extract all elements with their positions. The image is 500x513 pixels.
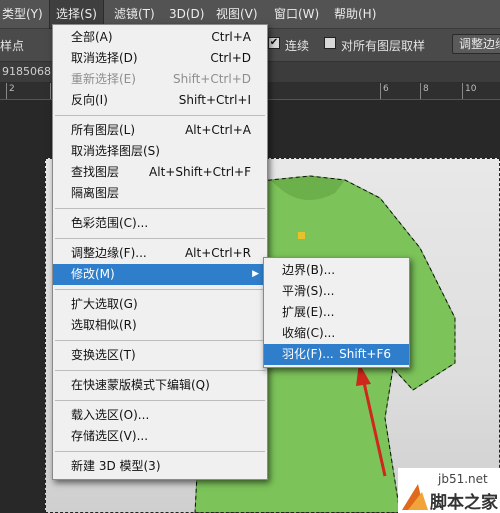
menu-separator — [55, 238, 265, 239]
menu-item-find-layers[interactable]: 查找图层 Alt+Shift+Ctrl+F — [53, 162, 267, 183]
menu-separator — [55, 115, 265, 116]
menu-item-label: 边界(B)... — [282, 263, 336, 277]
menu-item-shortcut: Shift+Ctrl+D — [173, 72, 251, 86]
menu-item-label: 取消选择(D) — [71, 51, 138, 65]
menu-item-label: 在快速蒙版模式下编辑(Q) — [71, 378, 210, 392]
menu-item-similar[interactable]: 选取相似(R) — [53, 315, 267, 336]
ruler-tick — [6, 83, 7, 99]
menu-item-label: 羽化(F)... — [282, 347, 334, 361]
menu-help[interactable]: 帮助(H) — [328, 0, 382, 28]
menu-item-shortcut: Ctrl+D — [210, 51, 251, 65]
watermark: jb51.net 脚本之家 — [398, 468, 500, 513]
menu-separator — [55, 400, 265, 401]
menu-item-select-all[interactable]: 全部(A) Ctrl+A — [53, 27, 267, 48]
submenu-item-feather[interactable]: 羽化(F)... Shift+F6 — [264, 344, 409, 365]
menu-item-inverse[interactable]: 反向(I) Shift+Ctrl+I — [53, 90, 267, 111]
menu-item-grow[interactable]: 扩大选取(G) — [53, 294, 267, 315]
menu-item-label: 所有图层(L) — [71, 123, 136, 137]
ruler-label: 10 — [465, 84, 477, 94]
menu-item-label: 扩大选取(G) — [71, 297, 138, 311]
menu-item-label: 反向(I) — [71, 93, 108, 107]
ruler-label: 6 — [383, 84, 389, 94]
sample-all-layers-checkbox[interactable] — [324, 37, 336, 49]
menu-item-color-range[interactable]: 色彩范围(C)... — [53, 213, 267, 234]
contiguous-checkbox[interactable]: ✔ — [268, 37, 280, 49]
menu-type[interactable]: 类型(Y) — [0, 0, 49, 28]
menu-separator — [55, 289, 265, 290]
menu-item-deselect[interactable]: 取消选择(D) Ctrl+D — [53, 48, 267, 69]
menu-item-label: 平滑(S)... — [282, 284, 335, 298]
menu-item-save-selection[interactable]: 存储选区(V)... — [53, 426, 267, 447]
menu-item-label: 收缩(C)... — [282, 326, 336, 340]
menu-item-shortcut: Alt+Shift+Ctrl+F — [149, 165, 251, 179]
menu-item-label: 隔离图层 — [71, 186, 120, 200]
menu-item-label: 修改(M) — [71, 267, 115, 281]
menu-item-label: 变换选区(T) — [71, 348, 136, 362]
menu-item-label: 载入选区(O)... — [71, 408, 150, 422]
submenu-item-expand[interactable]: 扩展(E)... — [264, 302, 409, 323]
menu-item-modify[interactable]: 修改(M) ▶ — [53, 264, 267, 285]
contiguous-label: 连续 — [285, 39, 310, 53]
menu-item-all-layers[interactable]: 所有图层(L) Alt+Ctrl+A — [53, 120, 267, 141]
menu-item-label: 重新选择(E) — [71, 72, 136, 86]
sample-all-layers-label: 对所有图层取样 — [341, 39, 426, 53]
menu-item-label: 调整边缘(F)... — [71, 246, 147, 260]
ruler-tick — [380, 83, 381, 99]
ruler-tick — [462, 83, 463, 99]
menu-separator — [55, 451, 265, 452]
menu-item-label: 存储选区(V)... — [71, 429, 149, 443]
menu-item-label: 查找图层 — [71, 165, 120, 179]
submenu-item-smooth[interactable]: 平滑(S)... — [264, 281, 409, 302]
menu-item-label: 全部(A) — [71, 30, 113, 44]
menu-item-deselect-layers[interactable]: 取消选择图层(S) — [53, 141, 267, 162]
menu-item-isolate-layers[interactable]: 隔离图层 — [53, 183, 267, 204]
watermark-brand: 脚本之家 — [430, 493, 498, 513]
checkmark-icon: ✔ — [269, 37, 279, 48]
menu-item-refine-edge[interactable]: 调整边缘(F)... Alt+Ctrl+R — [53, 243, 267, 264]
menu-item-reselect[interactable]: 重新选择(E) Shift+Ctrl+D — [53, 69, 267, 90]
refine-edge-button[interactable]: 调整边缘 — [452, 34, 500, 54]
ruler-tick — [50, 83, 51, 99]
submenu-item-contract[interactable]: 收缩(C)... — [264, 323, 409, 344]
menu-item-shortcut: Shift+F6 — [339, 347, 391, 361]
ruler-label: 2 — [9, 84, 15, 94]
menu-item-label: 选取相似(R) — [71, 318, 137, 332]
menu-separator — [55, 340, 265, 341]
menu-item-load-selection[interactable]: 载入选区(O)... — [53, 405, 267, 426]
watermark-site: jb51.net — [438, 472, 488, 486]
sample-size-label[interactable]: 样点 — [0, 37, 24, 54]
document-tab[interactable]: 9185068 — [2, 65, 51, 78]
ruler-label: 8 — [423, 84, 429, 94]
menu-item-label: 取消选择图层(S) — [71, 144, 160, 158]
menu-item-shortcut: Alt+Ctrl+A — [185, 123, 251, 137]
select-menu-dropdown: 全部(A) Ctrl+A 取消选择(D) Ctrl+D 重新选择(E) Shift+C… — [52, 24, 268, 480]
ruler-tick — [420, 83, 421, 99]
menu-item-transform-selection[interactable]: 变换选区(T) — [53, 345, 267, 366]
modify-submenu: 边界(B)... 平滑(S)... 扩展(E)... 收缩(C)... 羽化(F… — [263, 257, 410, 368]
menu-item-label: 新建 3D 模型(3) — [71, 459, 161, 473]
menu-item-label: 色彩范围(C)... — [71, 216, 149, 230]
menu-item-shortcut: Alt+Ctrl+R — [184, 246, 251, 260]
submenu-item-border[interactable]: 边界(B)... — [264, 260, 409, 281]
menu-separator — [55, 208, 265, 209]
menu-separator — [55, 370, 265, 371]
submenu-arrow-icon: ▶ — [252, 269, 259, 279]
menu-item-quick-mask[interactable]: 在快速蒙版模式下编辑(Q) — [53, 375, 267, 396]
menu-item-label: 扩展(E)... — [282, 305, 335, 319]
menu-window[interactable]: 窗口(W) — [268, 0, 325, 28]
menu-item-shortcut: Ctrl+A — [211, 30, 251, 44]
menu-item-shortcut: Shift+Ctrl+I — [178, 93, 251, 107]
menu-item-new-3d-model[interactable]: 新建 3D 模型(3) — [53, 456, 267, 477]
